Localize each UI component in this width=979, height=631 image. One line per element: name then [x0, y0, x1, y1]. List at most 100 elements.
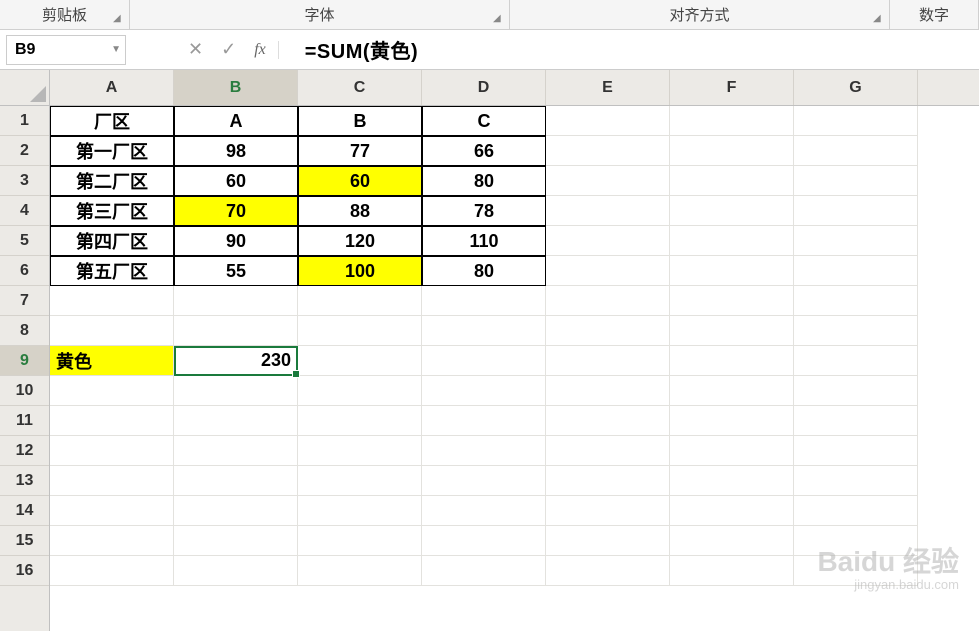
row-header-15[interactable]: 15	[0, 526, 49, 556]
dialog-launcher-icon[interactable]: ◢	[113, 13, 125, 25]
cell-D1[interactable]: C	[422, 106, 546, 136]
cell-F10[interactable]	[670, 376, 794, 406]
cell-B7[interactable]	[174, 286, 298, 316]
cell-E11[interactable]	[546, 406, 670, 436]
select-all-cell[interactable]	[0, 70, 49, 106]
cell-F5[interactable]	[670, 226, 794, 256]
cell-A1[interactable]: 厂区	[50, 106, 174, 136]
cell-G6[interactable]	[794, 256, 918, 286]
cell-D7[interactable]	[422, 286, 546, 316]
cell-B3[interactable]: 60	[174, 166, 298, 196]
confirm-icon[interactable]: ✓	[221, 39, 236, 60]
cell-A16[interactable]	[50, 556, 174, 586]
fx-icon[interactable]: fx	[254, 41, 279, 59]
ribbon-group-2[interactable]: 对齐方式◢	[510, 0, 890, 29]
cell-A3[interactable]: 第二厂区	[50, 166, 174, 196]
cell-E13[interactable]	[546, 466, 670, 496]
cell-A10[interactable]	[50, 376, 174, 406]
cell-F12[interactable]	[670, 436, 794, 466]
row-header-8[interactable]: 8	[0, 316, 49, 346]
cell-E15[interactable]	[546, 526, 670, 556]
cell-A4[interactable]: 第三厂区	[50, 196, 174, 226]
cell-C6[interactable]: 100	[298, 256, 422, 286]
row-header-7[interactable]: 7	[0, 286, 49, 316]
cell-B10[interactable]	[174, 376, 298, 406]
ribbon-group-0[interactable]: 剪贴板◢	[0, 0, 130, 29]
cell-C16[interactable]	[298, 556, 422, 586]
cell-F3[interactable]	[670, 166, 794, 196]
row-header-4[interactable]: 4	[0, 196, 49, 226]
cell-G3[interactable]	[794, 166, 918, 196]
cell-D2[interactable]: 66	[422, 136, 546, 166]
cell-G11[interactable]	[794, 406, 918, 436]
cell-E10[interactable]	[546, 376, 670, 406]
row-header-3[interactable]: 3	[0, 166, 49, 196]
dialog-launcher-icon[interactable]: ◢	[873, 13, 885, 25]
name-box[interactable]: B9 ▼	[6, 35, 126, 65]
cell-E6[interactable]	[546, 256, 670, 286]
col-header-G[interactable]: G	[794, 70, 918, 105]
ribbon-group-1[interactable]: 字体◢	[130, 0, 510, 29]
row-header-16[interactable]: 16	[0, 556, 49, 586]
cell-D3[interactable]: 80	[422, 166, 546, 196]
cell-C13[interactable]	[298, 466, 422, 496]
cell-C5[interactable]: 120	[298, 226, 422, 256]
cell-G7[interactable]	[794, 286, 918, 316]
cell-B12[interactable]	[174, 436, 298, 466]
cell-A6[interactable]: 第五厂区	[50, 256, 174, 286]
cell-C4[interactable]: 88	[298, 196, 422, 226]
cell-F1[interactable]	[670, 106, 794, 136]
cell-C3[interactable]: 60	[298, 166, 422, 196]
cell-E16[interactable]	[546, 556, 670, 586]
cell-A7[interactable]	[50, 286, 174, 316]
cell-F2[interactable]	[670, 136, 794, 166]
row-header-12[interactable]: 12	[0, 436, 49, 466]
cell-D6[interactable]: 80	[422, 256, 546, 286]
cell-A5[interactable]: 第四厂区	[50, 226, 174, 256]
cell-D11[interactable]	[422, 406, 546, 436]
cell-G8[interactable]	[794, 316, 918, 346]
cell-G5[interactable]	[794, 226, 918, 256]
row-header-9[interactable]: 9	[0, 346, 49, 376]
cell-G15[interactable]	[794, 526, 918, 556]
cell-C11[interactable]	[298, 406, 422, 436]
cell-A8[interactable]	[50, 316, 174, 346]
cell-A14[interactable]	[50, 496, 174, 526]
cell-D9[interactable]	[422, 346, 546, 376]
cell-B11[interactable]	[174, 406, 298, 436]
cell-A2[interactable]: 第一厂区	[50, 136, 174, 166]
cell-D5[interactable]: 110	[422, 226, 546, 256]
cell-G12[interactable]	[794, 436, 918, 466]
cell-F13[interactable]	[670, 466, 794, 496]
dialog-launcher-icon[interactable]: ◢	[493, 13, 505, 25]
chevron-down-icon[interactable]: ▼	[111, 44, 121, 55]
row-header-14[interactable]: 14	[0, 496, 49, 526]
cell-G4[interactable]	[794, 196, 918, 226]
cell-C9[interactable]	[298, 346, 422, 376]
cell-A15[interactable]	[50, 526, 174, 556]
cell-E5[interactable]	[546, 226, 670, 256]
cell-F16[interactable]	[670, 556, 794, 586]
col-header-E[interactable]: E	[546, 70, 670, 105]
row-header-5[interactable]: 5	[0, 226, 49, 256]
cell-E4[interactable]	[546, 196, 670, 226]
cell-G14[interactable]	[794, 496, 918, 526]
cell-D4[interactable]: 78	[422, 196, 546, 226]
row-header-11[interactable]: 11	[0, 406, 49, 436]
cell-B4[interactable]: 70	[174, 196, 298, 226]
cell-C12[interactable]	[298, 436, 422, 466]
col-header-B[interactable]: B	[174, 70, 298, 105]
ribbon-group-3[interactable]: 数字	[890, 0, 979, 29]
cell-G2[interactable]	[794, 136, 918, 166]
cell-E1[interactable]	[546, 106, 670, 136]
cell-C15[interactable]	[298, 526, 422, 556]
cell-G16[interactable]	[794, 556, 918, 586]
cell-F4[interactable]	[670, 196, 794, 226]
cell-B2[interactable]: 98	[174, 136, 298, 166]
cell-E9[interactable]	[546, 346, 670, 376]
cell-E2[interactable]	[546, 136, 670, 166]
cell-C8[interactable]	[298, 316, 422, 346]
cell-B5[interactable]: 90	[174, 226, 298, 256]
cell-D15[interactable]	[422, 526, 546, 556]
cell-E8[interactable]	[546, 316, 670, 346]
